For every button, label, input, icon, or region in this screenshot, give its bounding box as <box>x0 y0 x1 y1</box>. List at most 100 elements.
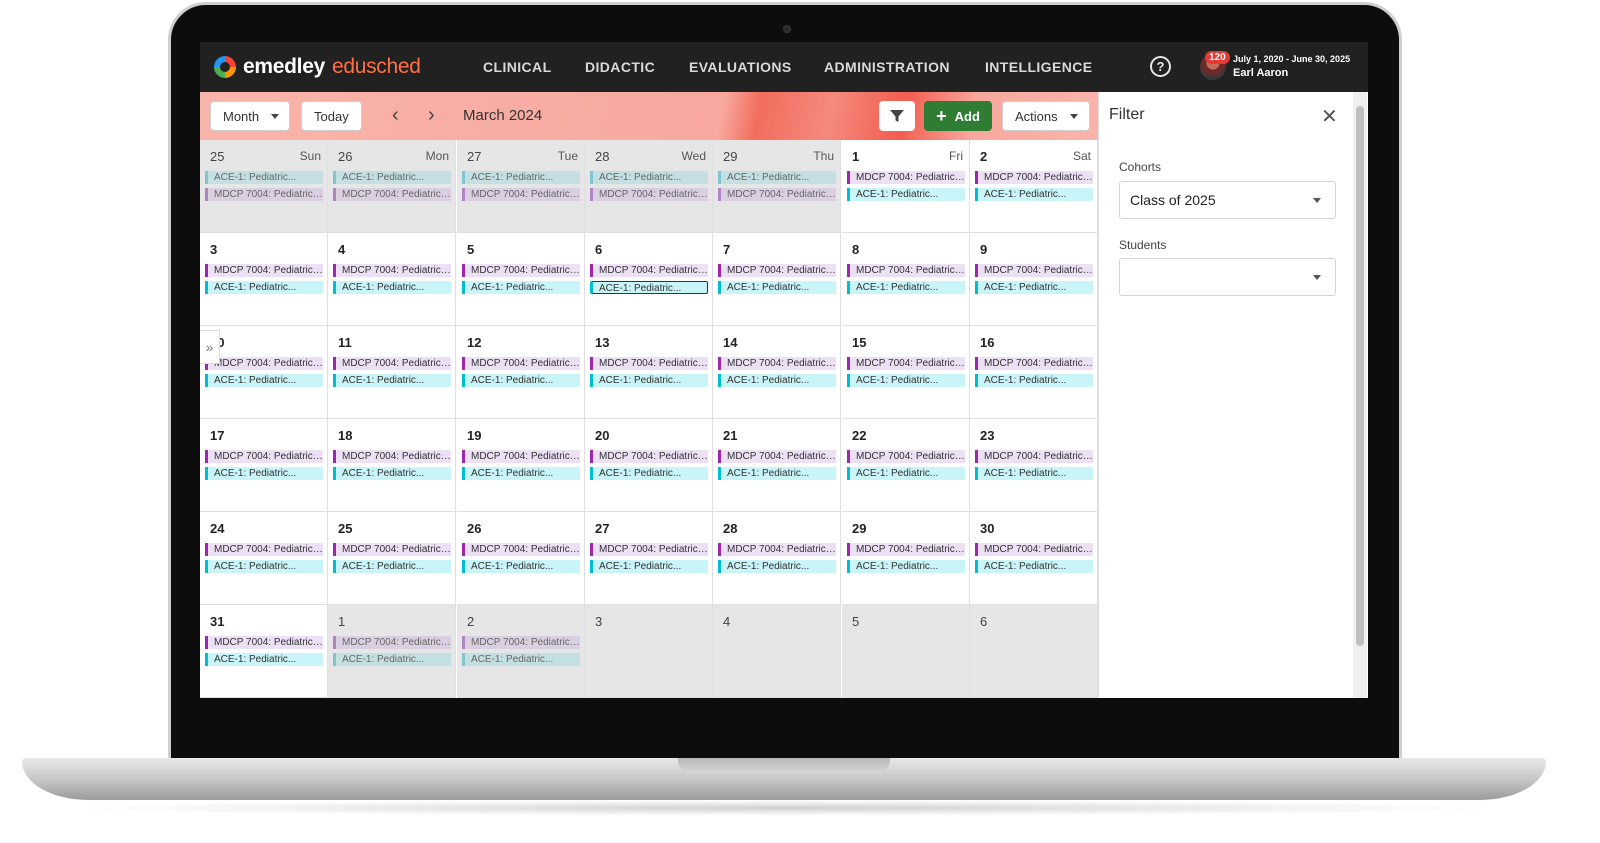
event-ace[interactable]: ACE-1: Pediatric... <box>718 281 836 294</box>
day-cell[interactable]: 4 MDCP 7004: Pediatrics... ACE-1: Pediatri… <box>328 233 456 326</box>
day-number[interactable]: 22 <box>852 428 866 443</box>
filter-button[interactable] <box>879 101 915 131</box>
event-mdcp[interactable]: MDCP 7004: Pediatrics... <box>462 264 580 277</box>
app-logo[interactable]: emedley edusched <box>214 55 421 79</box>
event-ace[interactable]: ACE-1: Pediatric... <box>718 171 836 184</box>
day-number[interactable]: 2 <box>467 614 474 629</box>
chevron-left-icon[interactable]: ‹ <box>392 105 399 125</box>
event-ace[interactable]: ACE-1: Pediatric... <box>333 467 451 480</box>
day-number[interactable]: 31 <box>210 614 224 629</box>
event-mdcp[interactable]: MDCP 7004: Pediatrics... <box>205 543 323 556</box>
day-cell[interactable]: 17 MDCP 7004: Pediatrics... ACE-1: Pediatr… <box>200 419 328 512</box>
chevron-right-icon[interactable]: › <box>428 105 435 125</box>
event-ace[interactable]: ACE-1: Pediatric... <box>975 281 1093 294</box>
day-number[interactable]: 4 <box>338 242 345 257</box>
day-cell[interactable]: 7 MDCP 7004: Pediatrics... ACE-1: Pediatri… <box>713 233 841 326</box>
students-select[interactable] <box>1119 258 1336 296</box>
today-button[interactable]: Today <box>301 101 362 131</box>
nav-intelligence[interactable]: INTELLIGENCE <box>985 59 1092 75</box>
day-cell[interactable]: 25 MDCP 7004: Pediatrics... ACE-1: Pediatr… <box>328 512 456 605</box>
day-cell[interactable]: 15 MDCP 7004: Pediatrics... ACE-1: Pediatr… <box>842 326 970 419</box>
day-cell[interactable]: 1 Fri MDCP 7004: Pediatrics... ACE-1: Pedia… <box>842 140 970 233</box>
event-mdcp[interactable]: MDCP 7004: Pediatrics... <box>590 543 708 556</box>
event-mdcp[interactable]: MDCP 7004: Pediatrics... <box>205 636 323 649</box>
event-mdcp[interactable]: MDCP 7004: Pediatrics... <box>205 264 323 277</box>
event-ace[interactable]: ACE-1: Pediatric... <box>975 467 1093 480</box>
day-cell[interactable]: 28 MDCP 7004: Pediatrics... ACE-1: Pediatr… <box>713 512 841 605</box>
day-number[interactable]: 8 <box>852 242 859 257</box>
event-mdcp[interactable]: MDCP 7004: Pediatrics... <box>975 171 1093 184</box>
day-number[interactable]: 26 <box>467 521 481 536</box>
day-number[interactable]: 13 <box>595 335 609 350</box>
day-cell[interactable]: 27 Tue ACE-1: Pediatric... MDCP 7004: Pedia… <box>457 140 585 233</box>
event-mdcp[interactable]: MDCP 7004: Pediatrics... <box>333 357 451 370</box>
event-mdcp[interactable]: MDCP 7004: Pediatrics... <box>333 636 451 649</box>
event-mdcp[interactable]: MDCP 7004: Pediatrics... <box>975 264 1093 277</box>
event-ace[interactable]: ACE-1: Pediatric... <box>975 374 1093 387</box>
day-number[interactable]: 12 <box>467 335 481 350</box>
event-ace[interactable]: ACE-1: Pediatric... <box>590 281 708 294</box>
nav-evaluations[interactable]: EVALUATIONS <box>689 59 792 75</box>
day-number[interactable]: 27 <box>595 521 609 536</box>
panel-scrollbar[interactable] <box>1353 92 1367 698</box>
event-ace[interactable]: ACE-1: Pediatric... <box>205 467 323 480</box>
day-number[interactable]: 23 <box>980 428 994 443</box>
event-mdcp[interactable]: MDCP 7004: Pediatrics... <box>462 450 580 463</box>
nav-clinical[interactable]: CLINICAL <box>483 59 552 75</box>
day-cell[interactable]: 12 MDCP 7004: Pediatrics... ACE-1: Pediatr… <box>457 326 585 419</box>
event-mdcp[interactable]: MDCP 7004: Pediatrics... <box>333 188 451 201</box>
day-cell[interactable]: 29 MDCP 7004: Pediatrics... ACE-1: Pediatr… <box>842 512 970 605</box>
event-mdcp[interactable]: MDCP 7004: Pediatrics... <box>462 543 580 556</box>
event-mdcp[interactable]: MDCP 7004: Pediatrics... <box>590 450 708 463</box>
day-cell[interactable]: 29 Thu ACE-1: Pediatric... MDCP 7004: Pedia… <box>713 140 841 233</box>
day-cell[interactable]: 3 MDCP 7004: Pediatrics... ACE-1: Pediatri… <box>200 233 328 326</box>
event-ace[interactable]: ACE-1: Pediatric... <box>205 281 323 294</box>
user-name[interactable]: Earl Aaron <box>1233 67 1288 79</box>
day-cell[interactable]: 31 MDCP 7004: Pediatrics... ACE-1: Pediatr… <box>200 605 328 698</box>
help-circle-icon[interactable]: ? <box>1150 56 1171 77</box>
day-cell[interactable]: 23 MDCP 7004: Pediatrics... ACE-1: Pediatr… <box>970 419 1098 512</box>
day-cell[interactable]: 1 MDCP 7004: Pediatrics... ACE-1: Pediatri… <box>328 605 456 698</box>
day-cell[interactable]: 9 MDCP 7004: Pediatrics... ACE-1: Pediatri… <box>970 233 1098 326</box>
day-number[interactable]: 16 <box>980 335 994 350</box>
day-cell[interactable]: 22 MDCP 7004: Pediatrics... ACE-1: Pediatr… <box>842 419 970 512</box>
day-number[interactable]: 7 <box>723 242 730 257</box>
event-mdcp[interactable]: MDCP 7004: Pediatrics... <box>205 450 323 463</box>
day-cell[interactable]: 26 Mon ACE-1: Pediatric... MDCP 7004: Pedia… <box>328 140 456 233</box>
event-ace[interactable]: ACE-1: Pediatric... <box>333 281 451 294</box>
event-mdcp[interactable]: MDCP 7004: Pediatrics... <box>975 450 1093 463</box>
event-ace[interactable]: ACE-1: Pediatric... <box>205 374 323 387</box>
day-cell[interactable]: 5 MDCP 7004: Pediatrics... ACE-1: Pediatri… <box>457 233 585 326</box>
day-number[interactable]: 11 <box>338 335 352 350</box>
day-number[interactable]: 6 <box>595 242 602 257</box>
day-number[interactable]: 9 <box>980 242 987 257</box>
event-ace[interactable]: ACE-1: Pediatric... <box>590 467 708 480</box>
event-ace[interactable]: ACE-1: Pediatric... <box>847 281 965 294</box>
day-cell[interactable]: 11 MDCP 7004: Pediatrics... ACE-1: Pediatr… <box>328 326 456 419</box>
day-number[interactable]: 5 <box>467 242 474 257</box>
event-ace[interactable]: ACE-1: Pediatric... <box>462 653 580 666</box>
day-number[interactable]: 3 <box>210 242 217 257</box>
day-number[interactable]: 20 <box>595 428 609 443</box>
event-ace[interactable]: ACE-1: Pediatric... <box>462 374 580 387</box>
double-chevron-right-icon[interactable]: » <box>200 330 220 364</box>
event-ace[interactable]: ACE-1: Pediatric... <box>333 560 451 573</box>
event-mdcp[interactable]: MDCP 7004: Pediatrics... <box>590 357 708 370</box>
nav-didactic[interactable]: DIDACTIC <box>585 59 655 75</box>
day-number[interactable]: 1 <box>338 614 345 629</box>
day-number[interactable]: 24 <box>210 521 224 536</box>
actions-button[interactable]: Actions <box>1002 101 1090 131</box>
day-cell[interactable]: 14 MDCP 7004: Pediatrics... ACE-1: Pediatr… <box>713 326 841 419</box>
event-mdcp[interactable]: MDCP 7004: Pediatrics... <box>205 357 323 370</box>
event-ace[interactable]: ACE-1: Pediatric... <box>590 560 708 573</box>
event-mdcp[interactable]: MDCP 7004: Pediatrics... <box>333 543 451 556</box>
event-mdcp[interactable]: MDCP 7004: Pediatrics... <box>333 450 451 463</box>
day-number[interactable]: 2 <box>980 149 987 164</box>
event-mdcp[interactable]: MDCP 7004: Pediatrics... <box>718 188 836 201</box>
event-mdcp[interactable]: MDCP 7004: Pediatrics... <box>847 264 965 277</box>
event-ace[interactable]: ACE-1: Pediatric... <box>847 374 965 387</box>
day-number[interactable]: 29 <box>852 521 866 536</box>
day-cell[interactable]: 30 MDCP 7004: Pediatrics... ACE-1: Pediatr… <box>970 512 1098 605</box>
day-number[interactable]: 18 <box>338 428 352 443</box>
event-ace[interactable]: ACE-1: Pediatric... <box>847 188 965 201</box>
